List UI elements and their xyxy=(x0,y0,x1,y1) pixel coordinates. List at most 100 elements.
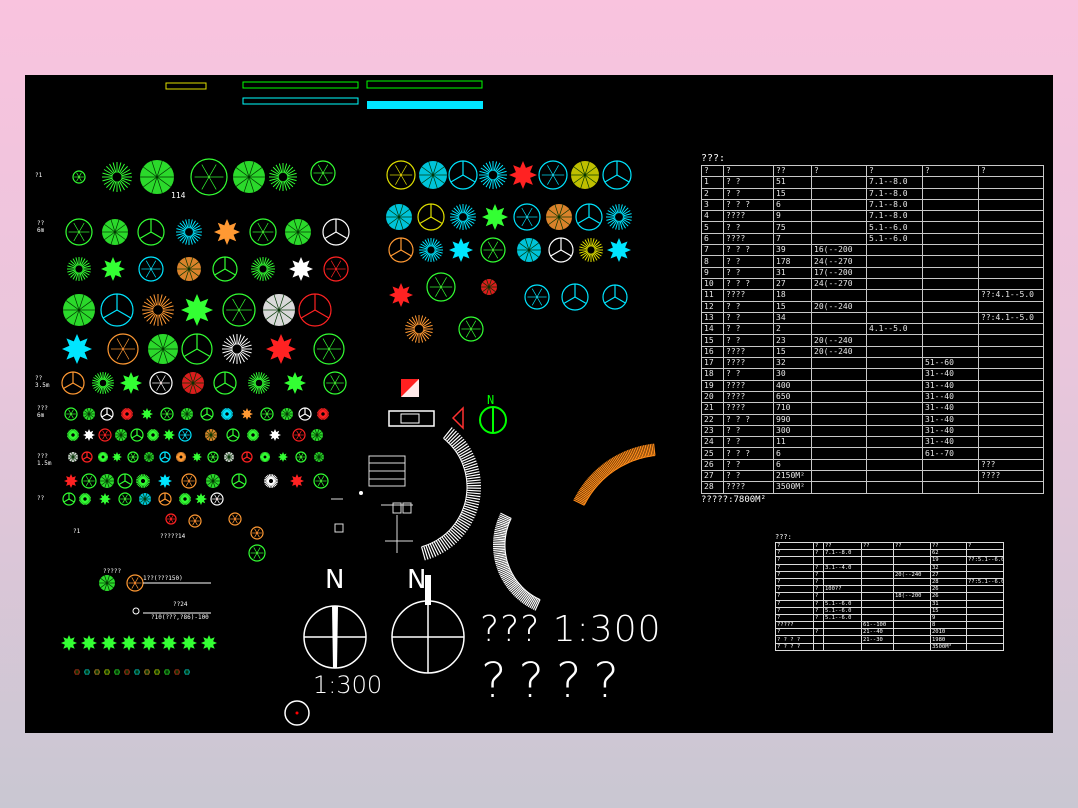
table-cell xyxy=(922,289,979,302)
plant-symbol xyxy=(148,334,178,364)
table-row: ? ? ? ? 21--30 1980 xyxy=(775,635,1004,644)
north-label-small: N xyxy=(487,393,495,407)
table-cell xyxy=(811,413,867,426)
plant-symbol xyxy=(524,284,550,310)
plant-symbol xyxy=(99,575,115,591)
table-cell: 5.1--6.0 xyxy=(823,599,862,608)
table-row: ?? ? ? 28??:5.1--6.0 xyxy=(775,577,1004,587)
table-cell: 10 xyxy=(701,277,724,291)
table-cell: ? xyxy=(775,563,814,572)
table-cell xyxy=(922,481,979,494)
plant-symbol xyxy=(260,407,274,421)
row-tag-2: ?? 6m xyxy=(37,220,45,234)
header-bar-green-1 xyxy=(242,81,359,89)
plant-symbol xyxy=(139,493,151,505)
table-cell xyxy=(978,210,1044,223)
table-cell: 20(--240 xyxy=(811,345,867,359)
plant-symbol xyxy=(247,429,259,441)
plant-symbol xyxy=(100,293,134,327)
hedge-band xyxy=(421,427,481,561)
plant-symbol xyxy=(313,473,329,489)
table-cell: ? xyxy=(813,549,824,558)
table-cell xyxy=(811,390,867,404)
table-row: 5? ? 75 5.1--6.0 xyxy=(701,221,1044,234)
plant-symbol xyxy=(388,237,414,263)
header-cell: ? xyxy=(813,541,824,551)
plant-symbol xyxy=(517,238,541,262)
table-cell xyxy=(823,592,862,601)
table-cell: 6 xyxy=(773,458,812,472)
table-cell: 62 xyxy=(930,549,967,558)
plant-symbol xyxy=(72,170,86,184)
table-cell: ???? xyxy=(723,481,774,494)
table-main-header: ? ? ?? ? ? ? ? xyxy=(701,164,1044,178)
table-row: 25? ? ? 6 61--70 xyxy=(701,447,1044,460)
table-cell: 3.1--4.0 xyxy=(823,563,862,572)
table-cell: 20(--240 xyxy=(811,300,867,313)
table-cell: 5.1--6.0 xyxy=(866,221,923,234)
plant-symbol xyxy=(61,635,77,651)
plant-symbol xyxy=(144,452,154,462)
table-row: ?? ? ? 20(--24027 xyxy=(775,570,1004,579)
table-cell: 20(--240 xyxy=(811,334,867,347)
table-cell: 6 xyxy=(701,232,724,246)
table-row: ? 19 ??:5.1--6.0 xyxy=(775,556,1004,565)
table-cell xyxy=(811,289,867,302)
table-cell: 24 xyxy=(701,436,724,449)
table-cell: 7.1--8.0 xyxy=(866,198,923,212)
plant-symbol xyxy=(65,218,93,246)
table-cell xyxy=(866,436,923,449)
plant-symbol xyxy=(200,407,214,421)
table-cell xyxy=(866,481,923,494)
table-cell xyxy=(811,481,867,494)
table-cell: 22 xyxy=(701,413,724,426)
table-cell xyxy=(811,176,867,189)
table-cell xyxy=(866,413,923,426)
table-cell: 15 xyxy=(773,300,812,313)
header-cell: ? xyxy=(966,541,1004,551)
header-cell: ? xyxy=(775,541,814,551)
plant-symbol xyxy=(233,161,265,193)
table-cell: ???? xyxy=(723,232,774,246)
plant-symbol xyxy=(606,204,632,230)
plant-symbol xyxy=(314,452,324,462)
plant-symbol xyxy=(81,473,97,489)
table-cell xyxy=(811,323,867,336)
table-cell: 4 xyxy=(701,210,724,223)
plant-symbol xyxy=(154,669,160,675)
table-cell: 17 xyxy=(701,357,724,370)
table-cell: 31--40 xyxy=(922,379,979,392)
table-cell: ? xyxy=(813,606,824,615)
north-label-2: N xyxy=(407,565,427,595)
table-cell: 7.1--8.0 xyxy=(866,187,923,200)
plant-symbol xyxy=(141,635,157,651)
plant-symbol xyxy=(482,204,508,230)
table-cell: 6 xyxy=(773,447,812,460)
table-cell: 7 xyxy=(701,244,724,257)
table-cell: ? xyxy=(775,570,814,579)
table-cell: 27 xyxy=(701,470,724,483)
hedge-band xyxy=(492,512,541,611)
plant-symbol xyxy=(161,635,177,651)
table-cell: 15 xyxy=(930,606,967,615)
plant-symbol xyxy=(311,429,323,441)
plant-symbol xyxy=(118,492,132,506)
plant-symbol xyxy=(102,162,132,192)
table-cell xyxy=(811,436,867,449)
table-cell: 31--40 xyxy=(922,402,979,415)
table-cell: 2010 xyxy=(930,628,967,637)
table-cell xyxy=(978,345,1044,359)
table-cell xyxy=(866,447,923,460)
table-cell: 7.1--8.0 xyxy=(823,549,862,558)
table-cell xyxy=(966,563,1004,572)
table-cell xyxy=(866,244,923,257)
table-small-header: ? ? ?? ?? ?? ?? ? xyxy=(775,541,1004,551)
plant-symbol xyxy=(181,294,213,326)
header-bar-cyan xyxy=(367,101,483,109)
note-5: ?10(???,?86)-100 xyxy=(151,614,209,621)
cad-drawing-canvas[interactable]: 114 ?1 ?? 6m ?? 3.5m ??? 6m ??? 1.5m ?? … xyxy=(25,75,1053,733)
table-cell xyxy=(811,198,867,212)
plant-symbol xyxy=(83,408,95,420)
table-cell: 16(--200 xyxy=(811,244,867,257)
table-cell xyxy=(861,585,894,594)
